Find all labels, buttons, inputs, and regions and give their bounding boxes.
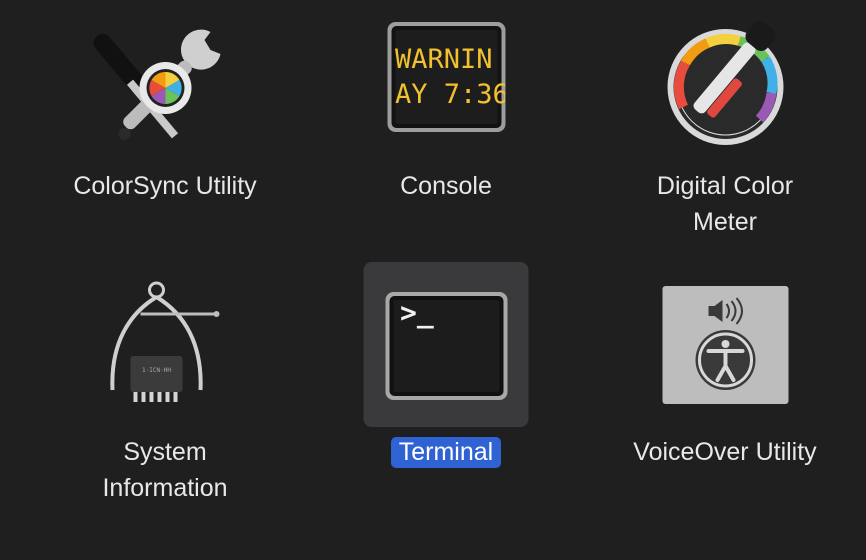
color-meter-label-line-2: Meter bbox=[693, 208, 757, 236]
app-label: Console bbox=[326, 168, 566, 204]
system-information-label-line-1: System bbox=[123, 438, 207, 466]
terminal-label: Terminal bbox=[390, 437, 502, 468]
app-terminal[interactable]: >_ Terminal bbox=[326, 262, 566, 477]
console-screen-text: WARNIN AY 7:36 bbox=[395, 42, 505, 122]
voiceover-label: VoiceOver Utility bbox=[633, 438, 817, 466]
console-line-2: AY 7:36 bbox=[395, 79, 505, 110]
color-meter-label-line-1: Digital Color bbox=[656, 172, 794, 200]
app-label: System Information bbox=[45, 434, 285, 506]
app-label: Terminal bbox=[326, 434, 566, 470]
app-system-information[interactable]: 1·ICN·HH System Information bbox=[45, 262, 285, 512]
terminal-prompt: >_ bbox=[400, 296, 434, 329]
svg-text:1·ICN·HH: 1·ICN·HH bbox=[142, 367, 171, 374]
voiceover-icon[interactable] bbox=[643, 262, 808, 427]
app-label: Digital Color Meter bbox=[605, 168, 845, 240]
system-information-label-line-2: Information bbox=[102, 474, 228, 502]
console-label: Console bbox=[400, 172, 492, 200]
app-console[interactable]: WARNIN AY 7:36 Console bbox=[326, 0, 566, 220]
terminal-icon[interactable] bbox=[363, 262, 529, 427]
colorsync-label: ColorSync Utility bbox=[73, 172, 257, 200]
app-colorsync-utility[interactable]: ColorSync Utility bbox=[45, 0, 285, 220]
app-digital-color-meter[interactable]: Digital Color Meter bbox=[605, 0, 845, 245]
applications-folder-view: ColorSync Utility WARNIN AY 7:36 Console bbox=[0, 0, 866, 560]
app-voiceover-utility[interactable]: VoiceOver Utility bbox=[605, 262, 845, 477]
app-label: ColorSync Utility bbox=[45, 168, 285, 204]
color-meter-icon[interactable] bbox=[643, 2, 808, 167]
system-information-icon[interactable]: 1·ICN·HH bbox=[83, 266, 248, 431]
console-line-1: WARNIN bbox=[395, 44, 493, 75]
app-label: VoiceOver Utility bbox=[605, 434, 845, 470]
colorsync-icon[interactable] bbox=[83, 2, 248, 167]
